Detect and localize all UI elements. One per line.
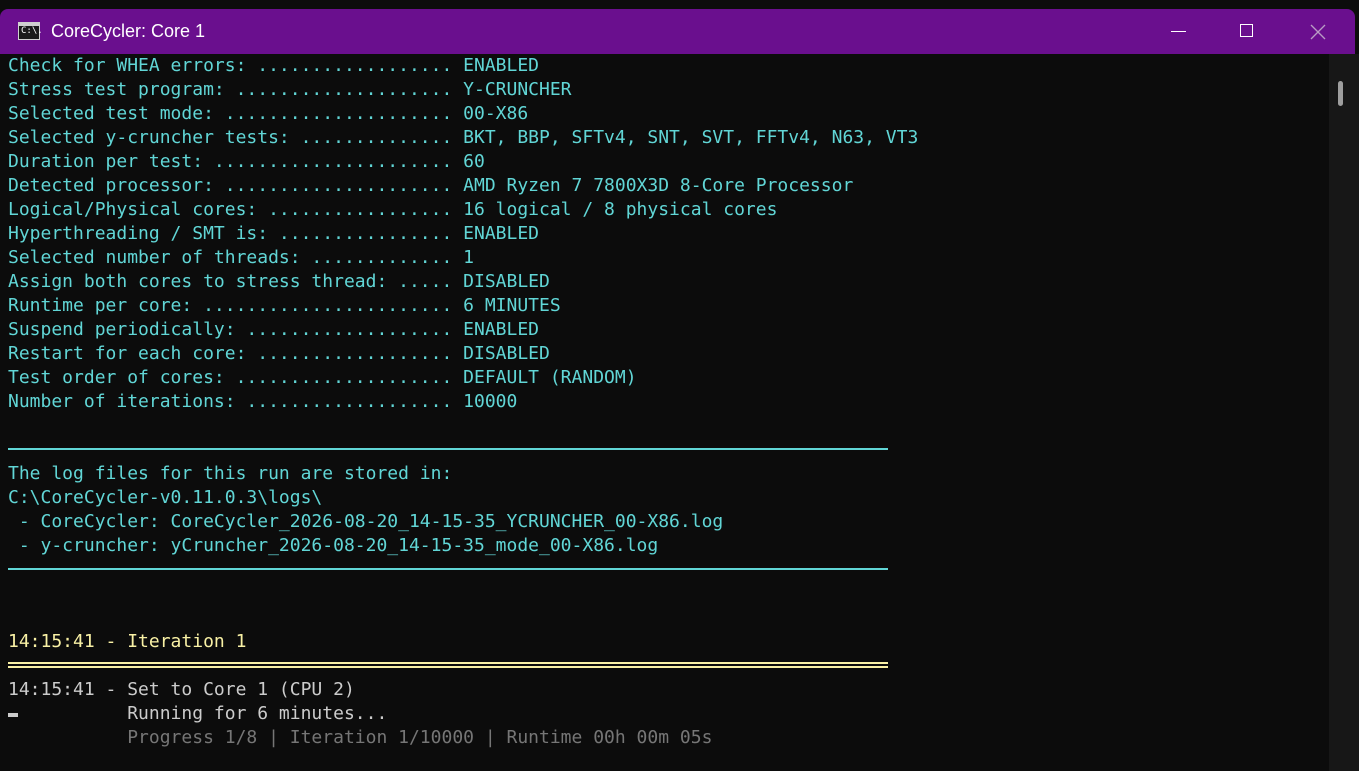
close-button[interactable] [1284,9,1352,54]
setting-line: Selected test mode: ....................… [8,103,529,124]
setting-line: Runtime per core: ......................… [8,295,561,316]
log-path: C:\CoreCycler-v0.11.0.3\logs\ [8,487,323,508]
window-title: CoreCycler: Core 1 [51,21,206,41]
setting-line: Selected number of threads: ............… [8,247,474,268]
text-cursor [8,713,18,717]
progress-line: Progress 1/8 | Iteration 1/10000 | Runti… [8,727,713,748]
log-file-corecycler: - CoreCycler: CoreCycler_2026-08-20_14-1… [8,511,724,532]
title-bar[interactable]: C:\. CoreCycler: Core 1 [0,9,1355,54]
vertical-scrollbar[interactable] [1329,54,1359,771]
setting-line: Restart for each core: .................… [8,343,550,364]
status-line: 14:15:41 - Set to Core 1 (CPU 2) [8,679,355,700]
setting-line: Stress test program: ...................… [8,79,572,100]
setting-line: Number of iterations: ..................… [8,391,518,412]
log-file-ycruncher: - y-cruncher: yCruncher_2026-08-20_14-15… [8,535,659,556]
minimize-button[interactable] [1144,9,1212,54]
iteration-header: 14:15:41 - Iteration 1 [8,631,247,652]
console-icon: C:\. [18,22,43,40]
setting-line: Detected processor: ....................… [8,175,854,196]
scrollbar-thumb[interactable] [1338,81,1343,106]
separator-line [8,568,888,570]
double-separator-bottom [8,666,888,668]
double-separator-top [8,662,888,664]
log-header: The log files for this run are stored in… [8,463,453,484]
close-icon [1310,24,1326,40]
setting-line: Logical/Physical cores: ................… [8,199,778,220]
setting-line: Assign both cores to stress thread: ....… [8,271,550,292]
separator-line [8,448,888,450]
maximize-button[interactable] [1213,9,1281,54]
setting-line: Check for WHEA errors: .................… [8,55,540,76]
setting-line: Selected y-cruncher tests: .............… [8,127,919,148]
console-output[interactable]: Check for WHEA errors: .................… [0,54,1329,771]
status-line: Running for 6 minutes... [8,703,388,724]
console-window: C:\. CoreCycler: Core 1 Check for WHEA e… [0,0,1359,771]
setting-line: Duration per test: .....................… [8,151,485,172]
setting-line: Suspend periodically: ..................… [8,319,540,340]
setting-line: Hyperthreading / SMT is: ...............… [8,223,540,244]
setting-line: Test order of cores: ...................… [8,367,637,388]
